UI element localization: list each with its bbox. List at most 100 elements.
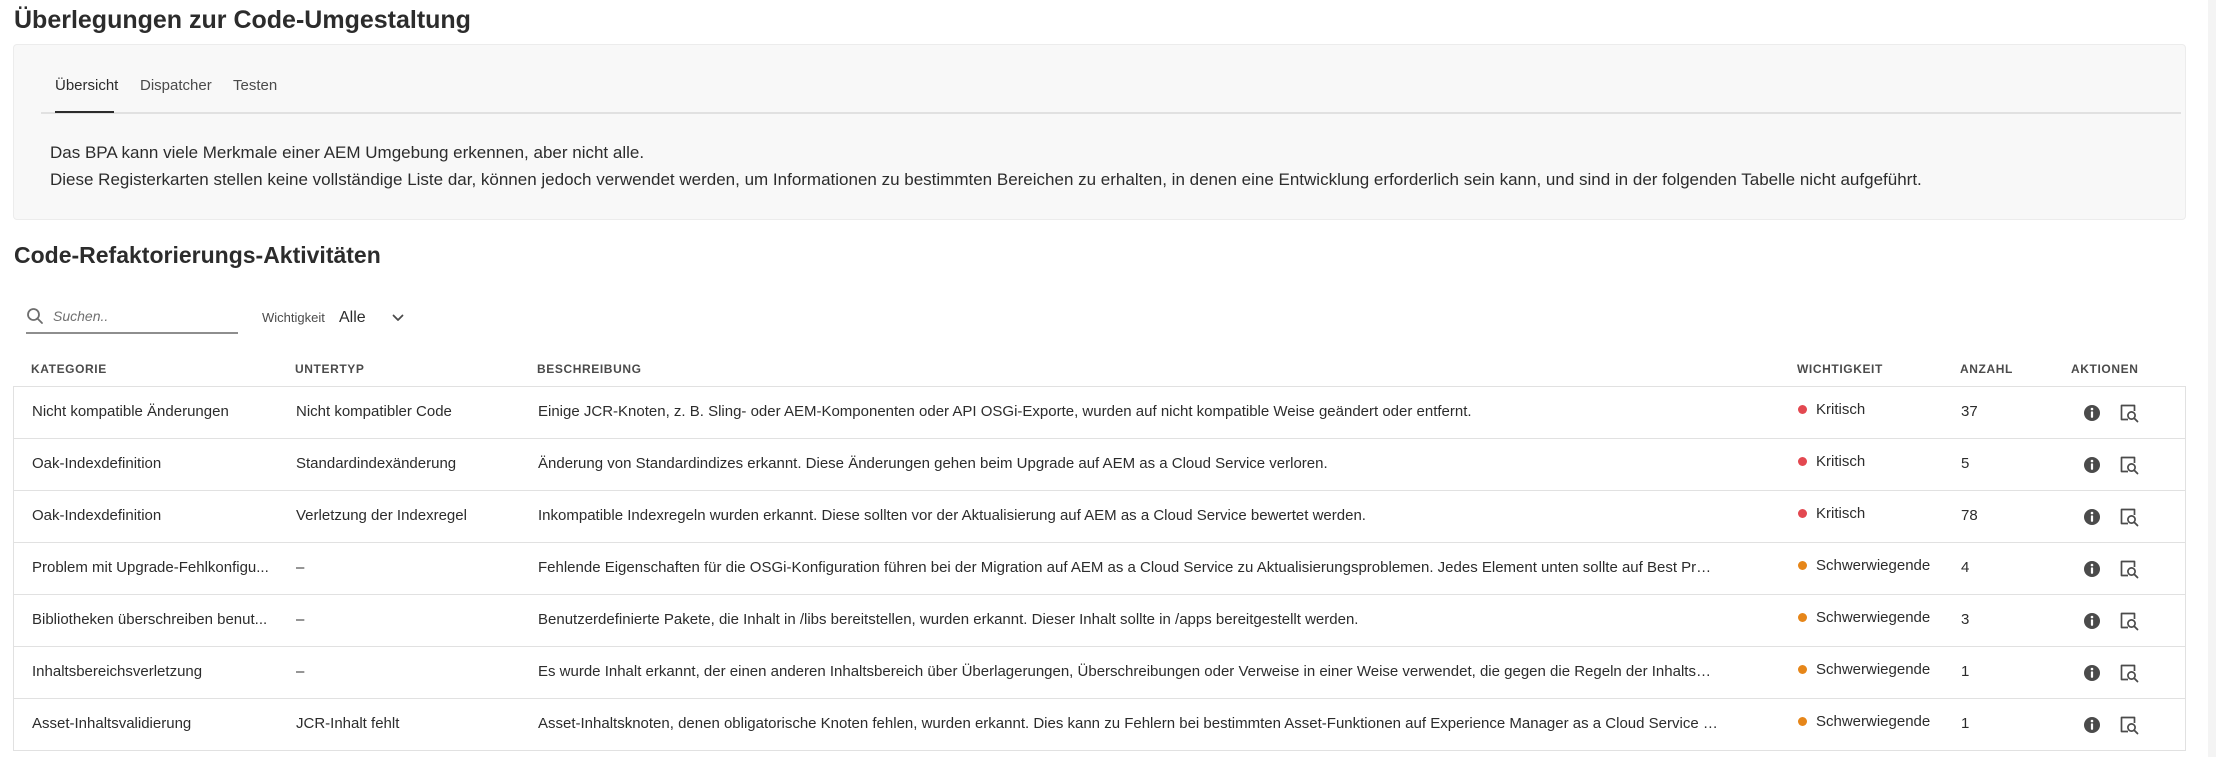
severity-label: Schwerwiegende: [1816, 713, 1931, 730]
table-row[interactable]: Oak-Indexdefinition Standardindexänderung…: [13, 439, 2186, 491]
column-header-subtype[interactable]: UNTERTYP: [295, 362, 364, 376]
cell-severity: Kritisch: [1798, 453, 1938, 470]
cell-subtype: –: [296, 663, 305, 680]
preview-icon: [2120, 508, 2139, 527]
cell-category: Problem mit Upgrade-Fehlkonfigu...: [32, 559, 269, 576]
tab-testen[interactable]: Testen: [233, 77, 277, 94]
overview-card: Übersicht Dispatcher Testen Das BPA kann…: [13, 44, 2186, 220]
info-button[interactable]: [2080, 401, 2104, 425]
severity-label: Schwerwiegende: [1816, 557, 1931, 574]
preview-button[interactable]: [2117, 609, 2141, 633]
info-button[interactable]: [2080, 557, 2104, 581]
cell-subtype: Verletzung der Indexregel: [296, 507, 467, 524]
cell-category: Inhaltsbereichsverletzung: [32, 663, 203, 680]
cell-description: Inkompatible Indexregeln wurden erkannt.…: [538, 507, 1366, 524]
column-header-description[interactable]: BESCHREIBUNG: [537, 362, 642, 376]
severity-status-dot: [1798, 404, 1807, 414]
table-row[interactable]: Oak-Indexdefinition Verletzung der Indexr…: [13, 491, 2186, 543]
info-icon: [2084, 457, 2100, 473]
cell-category: Bibliotheken überschreiben benut...: [32, 611, 268, 628]
severity-filter-select[interactable]: Alle: [338, 305, 410, 331]
tab-testen-label: Testen: [233, 77, 278, 94]
severity-status-dot: [1798, 508, 1807, 518]
table-row[interactable]: Asset-Inhaltsvalidierung JCR-Inhalt fehlt…: [13, 699, 2186, 751]
preview-icon: [2120, 664, 2139, 683]
chevron-down-icon: [392, 314, 404, 321]
info-button[interactable]: [2080, 453, 2104, 477]
cell-description: Benutzerdefinierte Pakete, die Inhalt in…: [538, 611, 1359, 628]
cell-count: 78: [1961, 507, 1978, 524]
page-scrollbar[interactable]: [2208, 0, 2216, 757]
cell-subtype: –: [296, 611, 305, 628]
search-input[interactable]: [53, 302, 235, 330]
preview-button[interactable]: [2117, 505, 2141, 529]
tab-dispatcher[interactable]: Dispatcher: [140, 77, 212, 94]
tab-bar: Übersicht Dispatcher Testen: [41, 45, 2181, 114]
severity-label: Schwerwiegende: [1816, 661, 1931, 678]
info-icon: [2084, 509, 2100, 525]
preview-button[interactable]: [2117, 453, 2141, 477]
cell-severity: Schwerwiegende: [1798, 557, 1938, 574]
preview-icon: [2120, 456, 2139, 475]
tab-overview[interactable]: Übersicht: [55, 77, 118, 113]
severity-label: Schwerwiegende: [1816, 609, 1931, 626]
info-button[interactable]: [2080, 609, 2104, 633]
info-text-line-1: Das BPA kann viele Merkmale einer AEM Um…: [50, 143, 645, 162]
section-title: Code-Refaktorierungs-Aktivitäten: [14, 242, 381, 268]
table-body: Nicht kompatible Änderungen Nicht kompati…: [13, 387, 2186, 751]
cell-category: Oak-Indexdefinition: [32, 507, 162, 524]
table-row[interactable]: Inhaltsbereichsverletzung – Es wurde Inhal…: [13, 647, 2186, 699]
tab-selected-indicator: [55, 111, 114, 113]
column-header-actions: AKTIONEN: [2071, 362, 2139, 376]
cell-count: 1: [1961, 663, 1970, 680]
cell-count: 37: [1961, 403, 1978, 420]
column-header-severity[interactable]: WICHTIGKEIT: [1797, 362, 1883, 376]
table-row[interactable]: Nicht kompatible Änderungen Nicht kompati…: [13, 387, 2186, 439]
severity-filter-label: Wichtigkeit: [262, 310, 325, 325]
info-button[interactable]: [2080, 505, 2104, 529]
cell-severity: Kritisch: [1798, 401, 1938, 418]
preview-button[interactable]: [2117, 713, 2141, 737]
cell-count: 3: [1961, 611, 1970, 628]
cell-description: Einige JCR-Knoten, z. B. Sling- oder AEM…: [538, 403, 1472, 420]
severity-label: Kritisch: [1816, 401, 1866, 418]
table-header: KATEGORIE UNTERTYP BESCHREIBUNG WICHTIGK…: [13, 357, 2186, 387]
cell-category: Oak-Indexdefinition: [32, 455, 162, 472]
activities-table: KATEGORIE UNTERTYP BESCHREIBUNG WICHTIGK…: [13, 357, 2186, 751]
info-text-line-2: Diese Registerkarten stellen keine volls…: [50, 170, 1922, 189]
info-icon: [2084, 613, 2100, 629]
cell-subtype: –: [296, 559, 305, 576]
cell-description: Asset-Inhaltsknoten, denen obligatorisch…: [538, 715, 1718, 732]
column-header-count[interactable]: ANZAHL: [1960, 362, 2013, 376]
table-row[interactable]: Problem mit Upgrade-Fehlkonfigu... – Fehle…: [13, 543, 2186, 595]
cell-subtype: Standardindexänderung: [296, 455, 457, 472]
preview-button[interactable]: [2117, 557, 2141, 581]
severity-status-dot: [1798, 612, 1807, 622]
severity-status-dot: [1798, 664, 1807, 674]
info-icon: [2084, 665, 2100, 681]
preview-icon: [2120, 404, 2139, 423]
preview-icon: [2120, 560, 2139, 579]
severity-label: Kritisch: [1816, 453, 1866, 470]
cell-severity: Schwerwiegende: [1798, 661, 1938, 678]
preview-icon: [2120, 716, 2139, 735]
search-icon: [27, 308, 43, 324]
cell-count: 1: [1961, 715, 1970, 732]
cell-category: Asset-Inhaltsvalidierung: [32, 715, 192, 732]
preview-button[interactable]: [2117, 401, 2141, 425]
info-button[interactable]: [2080, 661, 2104, 685]
page-title: Überlegungen zur Code-Umgestaltung: [14, 6, 471, 34]
cell-severity: Schwerwiegende: [1798, 713, 1938, 730]
column-header-category[interactable]: KATEGORIE: [31, 362, 107, 376]
preview-button[interactable]: [2117, 661, 2141, 685]
severity-label: Kritisch: [1816, 505, 1866, 522]
table-row[interactable]: Bibliotheken überschreiben benut... – Benu…: [13, 595, 2186, 647]
cell-subtype: Nicht kompatibler Code: [296, 403, 452, 420]
info-button[interactable]: [2080, 713, 2104, 737]
cell-count: 5: [1961, 455, 1970, 472]
cell-description: Es wurde Inhalt erkannt, der einen ander…: [538, 663, 1718, 680]
info-icon: [2084, 717, 2100, 733]
cell-severity: Kritisch: [1798, 505, 1938, 522]
cell-subtype: JCR-Inhalt fehlt: [296, 715, 400, 732]
info-icon: [2084, 405, 2100, 421]
